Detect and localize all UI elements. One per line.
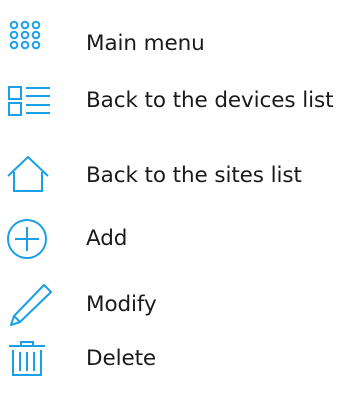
legend-item-add: Add — [0, 214, 353, 264]
icon-legend: Main menu Back to the devices list Back … — [0, 0, 353, 394]
grid-dots-icon — [5, 19, 59, 69]
legend-item-delete: Delete — [0, 334, 353, 384]
legend-label-devices-list: Back to the devices list — [86, 88, 334, 113]
legend-label-sites-list: Back to the sites list — [86, 163, 302, 188]
pencil-icon — [5, 280, 59, 330]
legend-item-main-menu: Main menu — [0, 19, 353, 69]
trash-icon — [5, 334, 59, 384]
legend-label-add: Add — [86, 226, 128, 251]
legend-item-sites-list: Back to the sites list — [0, 151, 353, 201]
legend-label-delete: Delete — [86, 346, 157, 371]
add-circle-icon — [5, 214, 59, 264]
legend-item-devices-list: Back to the devices list — [0, 76, 353, 126]
home-icon — [5, 151, 59, 201]
legend-item-modify: Modify — [0, 280, 353, 330]
legend-label-main-menu: Main menu — [86, 31, 205, 56]
list-icon — [5, 76, 59, 126]
legend-label-modify: Modify — [86, 292, 157, 317]
